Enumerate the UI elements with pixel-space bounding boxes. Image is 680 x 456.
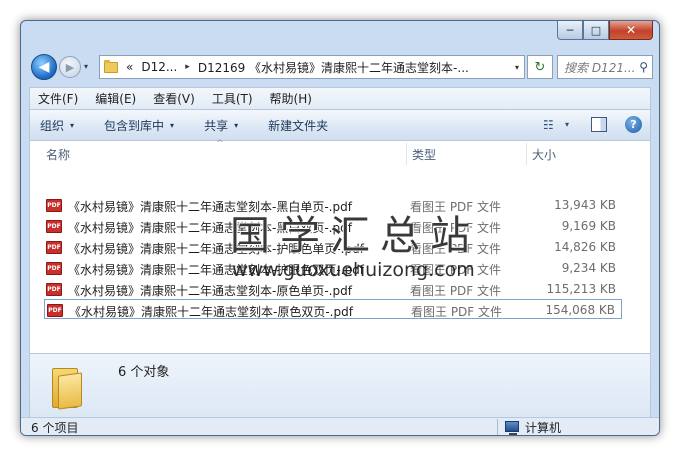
status-divider	[497, 419, 498, 435]
organize-button[interactable]: 组织 ▾	[40, 117, 74, 134]
folder-icon	[104, 59, 118, 73]
include-in-library-label: 包含到库中	[104, 118, 165, 133]
explorer-window: ─ □ ✕ ◀ ▶ ▾ « D12... ▸ D12169 《水村易镜》清康熙十…	[20, 20, 660, 436]
address-dropdown-icon[interactable]: ▾	[515, 63, 519, 72]
file-name: 《水村易镜》清康熙十二年通志堂刻本-护眼色单页-.pdf	[68, 242, 364, 256]
file-size: 14,826 KB	[554, 240, 616, 254]
file-size: 115,213 KB	[546, 282, 616, 296]
file-size: 9,234 KB	[561, 261, 616, 275]
new-folder-button[interactable]: 新建文件夹	[268, 117, 328, 134]
pdf-file-icon: PDF	[46, 241, 62, 254]
menu-view[interactable]: 查看(V)	[153, 90, 195, 107]
file-row[interactable]: PDF 《水村易镜》清康熙十二年通志堂刻本-原色单页-.pdf 看图王 PDF …	[44, 279, 622, 299]
file-size: 9,169 KB	[561, 219, 616, 233]
file-row[interactable]: PDF 《水村易镜》清康熙十二年通志堂刻本-原色双页-.pdf 看图王 PDF …	[44, 299, 622, 319]
file-name: 《水村易镜》清康熙十二年通志堂刻本-护眼色双页-.pdf	[68, 263, 364, 277]
recent-pages-dropdown[interactable]: ▾	[84, 62, 88, 71]
file-row[interactable]: PDF 《水村易镜》清康熙十二年通志堂刻本-护眼色双页-.pdf 看图王 PDF…	[44, 258, 622, 278]
file-type: 看图王 PDF 文件	[410, 263, 502, 277]
file-name: 《水村易镜》清康熙十二年通志堂刻本-原色单页-.pdf	[68, 284, 352, 298]
column-header-type[interactable]: 类型	[412, 146, 436, 163]
menu-bar: 文件(F) 编辑(E) 查看(V) 工具(T) 帮助(H)	[29, 87, 651, 109]
search-input[interactable]: 搜索 D121... ⚲	[557, 55, 653, 79]
breadcrumb-separator-icon[interactable]: ▸	[185, 62, 190, 72]
close-button[interactable]: ✕	[609, 21, 653, 40]
share-label: 共享	[204, 118, 229, 133]
organize-label: 组织	[40, 118, 65, 133]
maximize-button[interactable]: □	[583, 21, 609, 40]
new-folder-label: 新建文件夹	[268, 118, 329, 133]
pdf-file-icon: PDF	[46, 283, 62, 296]
file-type: 看图王 PDF 文件	[410, 200, 502, 214]
file-name: 《水村易镜》清康熙十二年通志堂刻本-黑白单页-.pdf	[68, 200, 352, 214]
pdf-file-icon: PDF	[46, 220, 62, 233]
forward-arrow-icon: ▶	[65, 60, 75, 74]
pdf-file-icon: PDF	[47, 304, 63, 317]
column-header-row: ^ 名称 类型 大小	[30, 139, 650, 169]
back-button[interactable]: ◀	[31, 54, 57, 80]
file-type: 看图王 PDF 文件	[410, 221, 502, 235]
include-in-library-button[interactable]: 包含到库中 ▾	[104, 117, 174, 134]
details-pane: 6 个对象	[29, 353, 651, 421]
column-header-size[interactable]: 大小	[532, 146, 556, 163]
file-size: 154,068 KB	[545, 303, 615, 317]
breadcrumb-segment-current[interactable]: D12169 《水村易镜》清康熙十二年通志堂刻本-...	[198, 59, 469, 76]
forward-button[interactable]: ▶	[59, 56, 81, 78]
folder-icon	[52, 368, 82, 410]
file-name: 《水村易镜》清康熙十二年通志堂刻本-原色双页-.pdf	[69, 305, 353, 319]
chevron-down-icon: ▾	[170, 120, 175, 130]
file-name: 《水村易镜》清康熙十二年通志堂刻本-黑白双页-.pdf	[68, 221, 352, 235]
folder-front-shape	[58, 372, 82, 410]
help-icon[interactable]: ?	[625, 116, 642, 133]
menu-file[interactable]: 文件(F)	[38, 90, 78, 107]
navigation-row: ◀ ▶ ▾ « D12... ▸ D12169 《水村易镜》清康熙十二年通志堂刻…	[29, 53, 653, 81]
view-options-icon[interactable]: ☷	[543, 118, 559, 132]
file-row[interactable]: PDF 《水村易镜》清康熙十二年通志堂刻本-护眼色单页-.pdf 看图王 PDF…	[44, 237, 622, 257]
menu-edit[interactable]: 编辑(E)	[95, 90, 136, 107]
command-bar: 组织 ▾ 包含到库中 ▾ 共享 ▾ 新建文件夹 ☷ ▾ ?	[29, 109, 651, 141]
chevron-down-icon: ▾	[70, 120, 75, 130]
pdf-file-icon: PDF	[46, 262, 62, 275]
menu-tools[interactable]: 工具(T)	[212, 90, 253, 107]
menu-help[interactable]: 帮助(H)	[270, 90, 312, 107]
column-divider[interactable]	[526, 143, 527, 165]
file-list-pane: ^ 名称 类型 大小 PDF 《水村易镜》清康熙十二年通志堂刻本-黑白单页-.p…	[29, 139, 651, 353]
file-type: 看图王 PDF 文件	[410, 284, 502, 298]
share-button[interactable]: 共享 ▾	[204, 117, 238, 134]
file-row[interactable]: PDF 《水村易镜》清康熙十二年通志堂刻本-黑白单页-.pdf 看图王 PDF …	[44, 195, 622, 215]
chevron-down-icon: ▾	[234, 120, 239, 130]
back-arrow-icon: ◀	[38, 59, 50, 75]
preview-pane-icon[interactable]	[591, 117, 607, 132]
sort-indicator-icon: ^	[216, 139, 224, 149]
view-options-chevron-icon[interactable]: ▾	[565, 120, 569, 129]
file-row[interactable]: PDF 《水村易镜》清康熙十二年通志堂刻本-黑白双页-.pdf 看图王 PDF …	[44, 216, 622, 236]
breadcrumb-segment-parent[interactable]: D12...	[141, 60, 177, 74]
column-divider[interactable]	[406, 143, 407, 165]
refresh-icon: ↻	[534, 59, 546, 75]
status-bar: 6 个项目 计算机	[21, 417, 659, 435]
search-placeholder: 搜索 D121...	[564, 60, 636, 75]
view-controls: ☷ ▾ ?	[543, 116, 642, 133]
file-size: 13,943 KB	[554, 198, 616, 212]
refresh-button[interactable]: ↻	[527, 55, 553, 79]
column-header-name[interactable]: 名称	[46, 146, 70, 163]
breadcrumb-overflow[interactable]: «	[126, 60, 133, 74]
address-bar[interactable]: « D12... ▸ D12169 《水村易镜》清康熙十二年通志堂刻本-... …	[99, 55, 525, 79]
file-type: 看图王 PDF 文件	[411, 305, 503, 319]
location-label: 计算机	[525, 421, 562, 435]
computer-icon	[505, 421, 519, 435]
file-type: 看图王 PDF 文件	[410, 242, 502, 256]
item-count: 6 个项目	[31, 421, 79, 435]
pdf-file-icon: PDF	[46, 199, 62, 212]
minimize-button[interactable]: ─	[557, 21, 583, 40]
selected-count-text: 6 个对象	[118, 365, 170, 380]
caption-buttons: ─ □ ✕	[557, 21, 653, 41]
search-icon[interactable]: ⚲	[639, 60, 648, 74]
